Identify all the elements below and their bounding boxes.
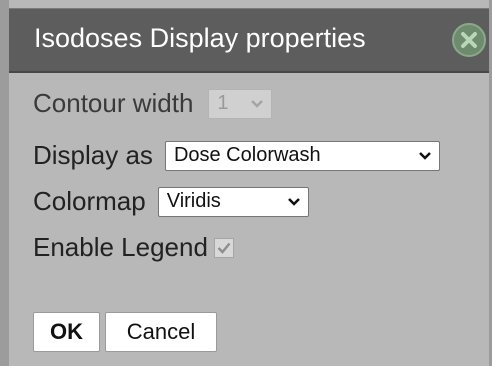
chevron-down-icon [418, 144, 432, 167]
display-as-row: Display as Dose Colorwash [33, 140, 440, 171]
display-as-select[interactable]: Dose Colorwash [164, 140, 440, 171]
colormap-label: Colormap [33, 186, 146, 216]
contour-width-label: Contour width [33, 88, 194, 118]
colormap-row: Colormap Viridis [33, 186, 309, 217]
close-icon[interactable] [452, 23, 486, 57]
chevron-down-icon [250, 92, 264, 115]
enable-legend-label: Enable Legend [33, 232, 208, 262]
colormap-value: Viridis [166, 190, 221, 212]
chevron-down-icon [287, 190, 301, 213]
checkmark-icon [217, 242, 231, 254]
dialog-title: Isodoses Display properties [34, 23, 366, 53]
contour-width-row: Contour width 1 [33, 88, 273, 119]
enable-legend-row: Enable Legend [33, 232, 234, 263]
display-as-label: Display as [33, 140, 153, 170]
ok-button[interactable]: OK [33, 312, 100, 352]
enable-legend-checkbox[interactable] [213, 237, 234, 258]
dialog-titlebar[interactable]: Isodoses Display properties [9, 8, 489, 73]
display-as-value: Dose Colorwash [173, 144, 321, 166]
colormap-select[interactable]: Viridis [157, 186, 309, 217]
contour-width-value: 1 [217, 92, 229, 114]
cancel-button[interactable]: Cancel [105, 312, 217, 352]
contour-width-select[interactable]: 1 [208, 88, 273, 119]
